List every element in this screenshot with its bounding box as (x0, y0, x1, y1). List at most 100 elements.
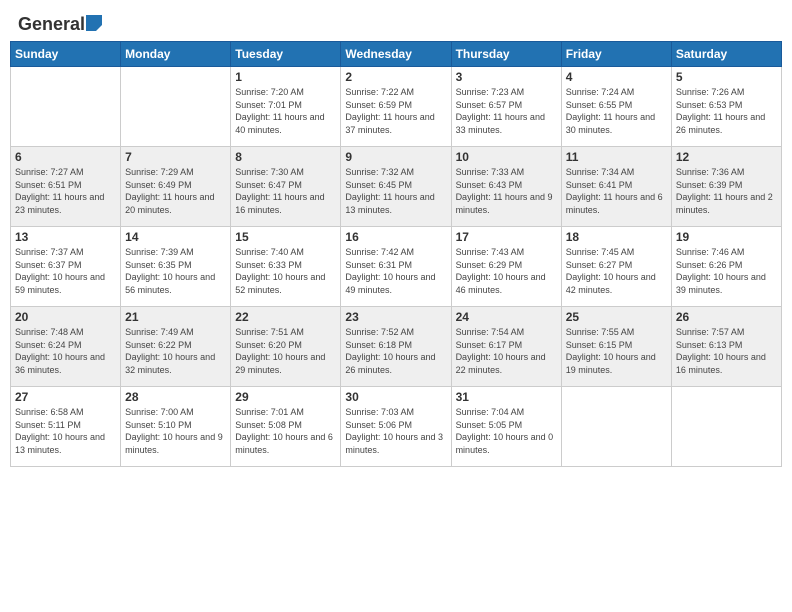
day-number: 29 (235, 390, 336, 404)
calendar-cell: 15 Sunrise: 7:40 AMSunset: 6:33 PMDayligh… (231, 227, 341, 307)
weekday-header: Thursday (451, 42, 561, 67)
day-detail: Sunrise: 7:33 AMSunset: 6:43 PMDaylight:… (456, 166, 557, 216)
day-detail: Sunrise: 7:00 AMSunset: 5:10 PMDaylight:… (125, 406, 226, 456)
calendar-week-row: 13Sunrise: 7:37 AMSunset: 6:37 PMDayligh… (11, 227, 782, 307)
calendar-cell: 21Sunrise: 7:49 AMSunset: 6:22 PMDayligh… (121, 307, 231, 387)
day-detail: Sunrise: 7:26 AMSunset: 6:53 PMDaylight:… (676, 86, 777, 136)
day-number: 25 (566, 310, 667, 324)
day-number: 19 (676, 230, 777, 244)
day-detail: Sunrise: 7:20 AMSunset: 7:01 PMDaylight:… (235, 86, 336, 136)
day-detail: Sunrise: 7:43 AMSunset: 6:29 PMDaylight:… (456, 246, 557, 296)
day-number: 14 (125, 230, 226, 244)
day-detail: Sunrise: 7:46 AMSunset: 6:26 PMDaylight:… (676, 246, 777, 296)
calendar-cell: 20 Sunrise: 7:48 AMSunset: 6:24 PMDayligh… (11, 307, 121, 387)
calendar-cell: 24 Sunrise: 7:54 AMSunset: 6:17 PMDayligh… (451, 307, 561, 387)
calendar-cell: 4 Sunrise: 7:24 AMSunset: 6:55 PMDaylight… (561, 67, 671, 147)
day-number: 18 (566, 230, 667, 244)
day-number: 3 (456, 70, 557, 84)
day-detail: Sunrise: 7:34 AMSunset: 6:41 PMDaylight:… (566, 166, 667, 216)
calendar-cell: 26Sunrise: 7:57 AMSunset: 6:13 PMDayligh… (671, 307, 781, 387)
logo-general-text: General (18, 14, 85, 35)
calendar-cell: 31 Sunrise: 7:04 AMSunset: 5:05 PMDayligh… (451, 387, 561, 467)
calendar-week-row: 6Sunrise: 7:27 AMSunset: 6:51 PMDaylight… (11, 147, 782, 227)
day-number: 17 (456, 230, 557, 244)
weekday-header: Saturday (671, 42, 781, 67)
weekday-header-row: SundayMondayTuesdayWednesdayThursdayFrid… (11, 42, 782, 67)
day-number: 5 (676, 70, 777, 84)
day-detail: Sunrise: 7:23 AMSunset: 6:57 PMDaylight:… (456, 86, 557, 136)
calendar-cell: 28 Sunrise: 7:00 AMSunset: 5:10 PMDayligh… (121, 387, 231, 467)
day-detail: Sunrise: 7:55 AMSunset: 6:15 PMDaylight:… (566, 326, 667, 376)
calendar-week-row: 20 Sunrise: 7:48 AMSunset: 6:24 PMDayligh… (11, 307, 782, 387)
logo: General (18, 14, 102, 31)
day-number: 20 (15, 310, 116, 324)
day-number: 10 (456, 150, 557, 164)
day-detail: Sunrise: 7:57 AMSunset: 6:13 PMDaylight:… (676, 326, 777, 376)
day-detail: Sunrise: 7:32 AMSunset: 6:45 PMDaylight:… (345, 166, 446, 216)
weekday-header: Friday (561, 42, 671, 67)
calendar-cell: 12Sunrise: 7:36 AMSunset: 6:39 PMDayligh… (671, 147, 781, 227)
calendar-cell: 14 Sunrise: 7:39 AMSunset: 6:35 PMDayligh… (121, 227, 231, 307)
calendar-cell: 30 Sunrise: 7:03 AMSunset: 5:06 PMDayligh… (341, 387, 451, 467)
calendar-cell (671, 387, 781, 467)
day-number: 6 (15, 150, 116, 164)
weekday-header: Tuesday (231, 42, 341, 67)
calendar-cell: 27Sunrise: 6:58 AMSunset: 5:11 PMDayligh… (11, 387, 121, 467)
day-number: 22 (235, 310, 336, 324)
calendar-cell: 6Sunrise: 7:27 AMSunset: 6:51 PMDaylight… (11, 147, 121, 227)
calendar-week-row: 27Sunrise: 6:58 AMSunset: 5:11 PMDayligh… (11, 387, 782, 467)
day-number: 9 (345, 150, 446, 164)
calendar-cell: 7 Sunrise: 7:29 AMSunset: 6:49 PMDaylight… (121, 147, 231, 227)
calendar-cell: 3 Sunrise: 7:23 AMSunset: 6:57 PMDaylight… (451, 67, 561, 147)
day-number: 11 (566, 150, 667, 164)
calendar-cell: 10 Sunrise: 7:33 AMSunset: 6:43 PMDayligh… (451, 147, 561, 227)
calendar-cell: 25 Sunrise: 7:55 AMSunset: 6:15 PMDayligh… (561, 307, 671, 387)
day-detail: Sunrise: 7:04 AMSunset: 5:05 PMDaylight:… (456, 406, 557, 456)
logo-icon (86, 15, 102, 31)
day-number: 13 (15, 230, 116, 244)
day-detail: Sunrise: 7:39 AMSunset: 6:35 PMDaylight:… (125, 246, 226, 296)
day-number: 4 (566, 70, 667, 84)
day-number: 2 (345, 70, 446, 84)
calendar-cell: 11 Sunrise: 7:34 AMSunset: 6:41 PMDayligh… (561, 147, 671, 227)
day-number: 24 (456, 310, 557, 324)
calendar-cell: 5 Sunrise: 7:26 AMSunset: 6:53 PMDaylight… (671, 67, 781, 147)
day-number: 31 (456, 390, 557, 404)
calendar-cell: 23 Sunrise: 7:52 AMSunset: 6:18 PMDayligh… (341, 307, 451, 387)
day-detail: Sunrise: 7:48 AMSunset: 6:24 PMDaylight:… (15, 326, 116, 376)
calendar-cell: 2Sunrise: 7:22 AMSunset: 6:59 PMDaylight… (341, 67, 451, 147)
weekday-header: Monday (121, 42, 231, 67)
calendar-cell: 29 Sunrise: 7:01 AMSunset: 5:08 PMDayligh… (231, 387, 341, 467)
day-number: 7 (125, 150, 226, 164)
day-number: 27 (15, 390, 116, 404)
weekday-header: Sunday (11, 42, 121, 67)
day-number: 21 (125, 310, 226, 324)
calendar-cell (11, 67, 121, 147)
calendar-cell: 16 Sunrise: 7:42 AMSunset: 6:31 PMDayligh… (341, 227, 451, 307)
calendar: SundayMondayTuesdayWednesdayThursdayFrid… (10, 41, 782, 467)
day-detail: Sunrise: 7:03 AMSunset: 5:06 PMDaylight:… (345, 406, 446, 456)
day-detail: Sunrise: 7:45 AMSunset: 6:27 PMDaylight:… (566, 246, 667, 296)
day-number: 1 (235, 70, 336, 84)
day-number: 30 (345, 390, 446, 404)
calendar-cell: 9 Sunrise: 7:32 AMSunset: 6:45 PMDaylight… (341, 147, 451, 227)
day-detail: Sunrise: 7:01 AMSunset: 5:08 PMDaylight:… (235, 406, 336, 456)
day-detail: Sunrise: 7:51 AMSunset: 6:20 PMDaylight:… (235, 326, 336, 376)
day-detail: Sunrise: 7:42 AMSunset: 6:31 PMDaylight:… (345, 246, 446, 296)
day-number: 8 (235, 150, 336, 164)
day-detail: Sunrise: 7:29 AMSunset: 6:49 PMDaylight:… (125, 166, 226, 216)
day-number: 15 (235, 230, 336, 244)
day-number: 28 (125, 390, 226, 404)
day-number: 23 (345, 310, 446, 324)
day-detail: Sunrise: 7:24 AMSunset: 6:55 PMDaylight:… (566, 86, 667, 136)
day-detail: Sunrise: 7:52 AMSunset: 6:18 PMDaylight:… (345, 326, 446, 376)
calendar-cell: 18 Sunrise: 7:45 AMSunset: 6:27 PMDayligh… (561, 227, 671, 307)
day-detail: Sunrise: 7:40 AMSunset: 6:33 PMDaylight:… (235, 246, 336, 296)
weekday-header: Wednesday (341, 42, 451, 67)
day-detail: Sunrise: 7:54 AMSunset: 6:17 PMDaylight:… (456, 326, 557, 376)
calendar-cell: 17 Sunrise: 7:43 AMSunset: 6:29 PMDayligh… (451, 227, 561, 307)
calendar-week-row: 1 Sunrise: 7:20 AMSunset: 7:01 PMDaylight… (11, 67, 782, 147)
day-number: 16 (345, 230, 446, 244)
calendar-cell: 22 Sunrise: 7:51 AMSunset: 6:20 PMDayligh… (231, 307, 341, 387)
day-detail: Sunrise: 7:30 AMSunset: 6:47 PMDaylight:… (235, 166, 336, 216)
